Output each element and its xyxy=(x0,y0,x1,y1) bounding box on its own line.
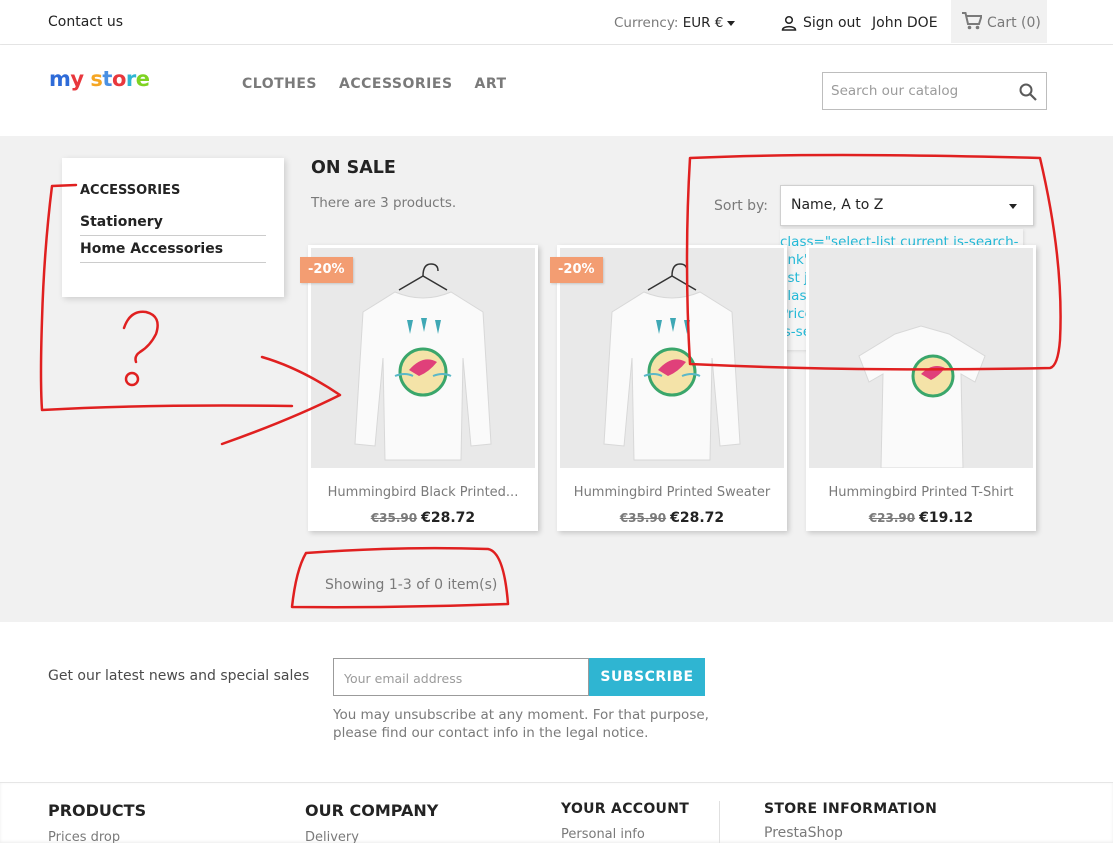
footer-divider xyxy=(719,801,720,843)
contact-us-link[interactable]: Contact us xyxy=(48,14,123,30)
cart-button[interactable]: Cart (0) xyxy=(951,0,1047,43)
menu-item-art[interactable]: ART xyxy=(475,76,507,92)
email-field-wrapper xyxy=(333,658,589,696)
product-title-link[interactable]: Hummingbird Printed T-Shirt xyxy=(806,485,1036,500)
footer-heading: YOUR ACCOUNT xyxy=(561,801,690,817)
category-item-stationery[interactable]: Stationery xyxy=(80,214,266,236)
main-content: ACCESSORIES Stationery Home Accessories … xyxy=(0,136,1113,622)
footer-company-column: OUR COMPANY Delivery xyxy=(305,801,438,843)
product-image[interactable] xyxy=(809,248,1033,468)
page-title: ON SALE xyxy=(311,158,396,178)
logo-letter: m xyxy=(49,67,71,91)
currency-value: EUR € xyxy=(682,15,724,31)
cart-icon xyxy=(962,12,982,30)
discount-badge: -20% xyxy=(300,257,353,283)
caret-down-icon xyxy=(727,20,736,26)
search-input[interactable] xyxy=(831,81,1011,101)
tshirt-image xyxy=(858,325,986,468)
product-price-block: €35.90 €28.72 xyxy=(308,510,538,526)
sale-price: €28.72 xyxy=(421,510,476,526)
regular-price: €35.90 xyxy=(370,511,418,525)
footer-products-column: PRODUCTS Prices drop xyxy=(48,801,146,843)
newsletter-label: Get our latest news and special sales xyxy=(48,668,310,684)
header: my store CLOTHES ACCESSORIES ART xyxy=(0,45,1113,136)
menu-item-accessories[interactable]: ACCESSORIES xyxy=(339,76,453,92)
pagination-summary: Showing 1-3 of 0 item(s) xyxy=(325,577,498,593)
footer-link-personal-info[interactable]: Personal info xyxy=(561,827,689,842)
top-bar: Contact us Currency: EUR € Sign out John… xyxy=(0,0,1113,45)
sale-price: €19.12 xyxy=(919,510,974,526)
logo-letter: e xyxy=(135,67,150,91)
product-price-block: €35.90 €28.72 xyxy=(557,510,787,526)
discount-badge: -20% xyxy=(550,257,603,283)
footer-store-name: PrestaShop xyxy=(764,825,843,841)
sign-out-link[interactable]: Sign out xyxy=(803,15,861,31)
product-card[interactable]: -20% Hummingbird Printed Sweater €35.90 €… xyxy=(550,245,787,531)
footer-heading: OUR COMPANY xyxy=(305,801,439,820)
product-title-link[interactable]: Hummingbird Black Printed... xyxy=(308,485,538,500)
category-title-link[interactable]: ACCESSORIES xyxy=(80,183,180,198)
caret-down-icon xyxy=(1009,204,1017,209)
product-title-link[interactable]: Hummingbird Printed Sweater xyxy=(557,485,787,500)
sale-price: €28.72 xyxy=(670,510,725,526)
product-card[interactable]: Hummingbird Printed T-Shirt €23.90 €19.12 xyxy=(806,245,1036,531)
currency-label: Currency: xyxy=(614,15,679,31)
footer-link-prices-drop[interactable]: Prices drop xyxy=(48,830,146,843)
logo-letter: r xyxy=(125,67,136,91)
regular-price: €23.90 xyxy=(868,511,916,525)
subscribe-button[interactable]: SUBSCRIBE xyxy=(589,658,705,696)
sort-select[interactable]: Name, A to Z xyxy=(780,185,1034,226)
footer-heading: PRODUCTS xyxy=(48,801,147,820)
footer-account-column: YOUR ACCOUNT Personal info xyxy=(561,801,689,842)
main-menu: CLOTHES ACCESSORIES ART xyxy=(242,76,507,92)
user-icon[interactable] xyxy=(781,15,797,31)
footer-link-delivery[interactable]: Delivery xyxy=(305,830,438,843)
account-name-link[interactable]: John DOE xyxy=(872,15,938,31)
logo-letter: o xyxy=(111,67,126,91)
search-widget xyxy=(822,72,1047,110)
footer-heading: STORE INFORMATION xyxy=(764,801,938,817)
sort-label: Sort by: xyxy=(714,198,769,214)
newsletter-note: You may unsubscribe at any moment. For t… xyxy=(333,707,709,741)
footer: PRODUCTS Prices drop OUR COMPANY Deliver… xyxy=(0,782,1113,843)
menu-item-clothes[interactable]: CLOTHES xyxy=(242,76,317,92)
logo-letter: s xyxy=(90,67,103,91)
logo-letter xyxy=(84,67,91,91)
product-card[interactable]: -20% Hummingbird Black Printed... €35.90… xyxy=(300,245,538,531)
footer-store-column: STORE INFORMATION PrestaShop xyxy=(764,801,937,841)
sort-selected-value: Name, A to Z xyxy=(791,197,884,213)
regular-price: €35.90 xyxy=(619,511,667,525)
currency-selector[interactable]: Currency: EUR € xyxy=(614,15,736,31)
newsletter-block: Get our latest news and special sales SU… xyxy=(0,622,1113,782)
category-item-home-accessories[interactable]: Home Accessories xyxy=(80,241,266,263)
category-tree: ACCESSORIES Stationery Home Accessories xyxy=(62,158,284,297)
search-icon[interactable] xyxy=(1019,83,1037,101)
product-count: There are 3 products. xyxy=(311,195,457,211)
cart-label: Cart (0) xyxy=(987,15,1041,31)
store-logo[interactable]: my store xyxy=(49,67,150,91)
email-field[interactable] xyxy=(344,668,574,688)
logo-letter: y xyxy=(70,67,84,91)
product-price-block: €23.90 €19.12 xyxy=(806,510,1036,526)
logo-letter: t xyxy=(102,67,112,91)
